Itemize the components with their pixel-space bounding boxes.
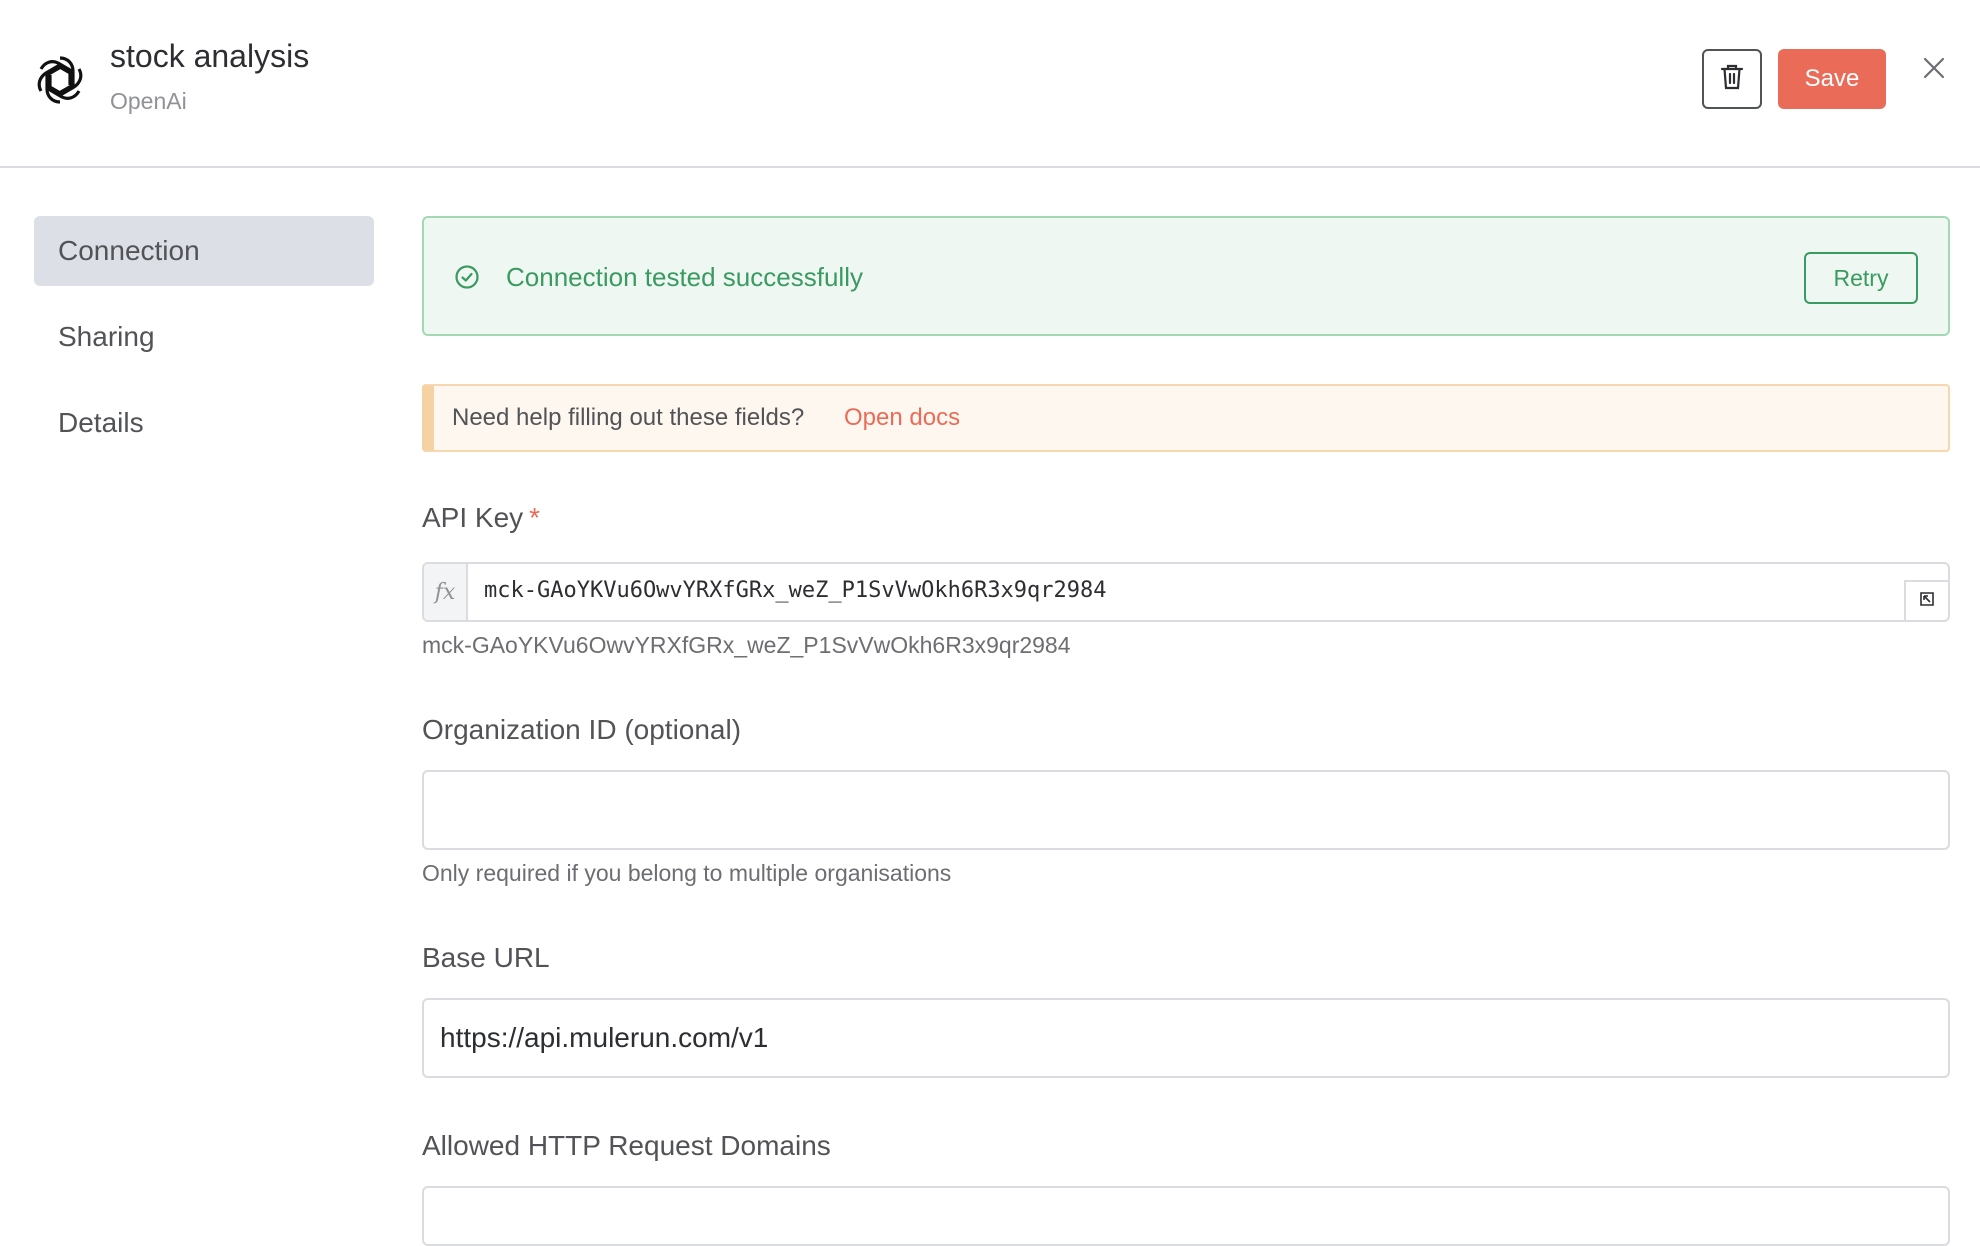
allowed-domains-field[interactable] <box>422 1186 1950 1246</box>
organization-id-field[interactable] <box>422 770 1950 850</box>
expand-editor-button[interactable] <box>1904 580 1948 620</box>
close-icon <box>1923 57 1945 84</box>
api-key-field[interactable]: fx mck-GAoYKVu6OwvYRXfGRx_weZ_P1SvVwOkh6… <box>422 562 1950 622</box>
openai-logo-icon <box>32 52 88 108</box>
sidebar: Connection Sharing Details <box>34 216 374 474</box>
allowed-domains-label: Allowed HTTP Request Domains <box>422 1130 831 1161</box>
sidebar-item-details[interactable]: Details <box>34 388 374 458</box>
expand-icon <box>1919 591 1935 612</box>
header: stock analysis OpenAi Save <box>0 0 1980 168</box>
connection-status-banner: Connection tested successfully Retry <box>422 216 1950 336</box>
help-text: Need help filling out these fields? <box>452 404 805 431</box>
sidebar-item-connection[interactable]: Connection <box>34 216 374 286</box>
close-button[interactable] <box>1918 54 1950 86</box>
expression-fx-icon[interactable]: fx <box>424 564 468 620</box>
sidebar-item-sharing[interactable]: Sharing <box>34 302 374 372</box>
api-key-label: API Key * <box>422 502 540 534</box>
api-key-label-text: API Key <box>422 502 524 533</box>
delete-button[interactable] <box>1702 49 1762 109</box>
status-message: Connection tested successfully <box>506 262 863 292</box>
save-button[interactable]: Save <box>1778 49 1886 109</box>
organization-id-label: Organization ID (optional) <box>422 714 742 745</box>
organization-id-hint: Only required if you belong to multiple … <box>422 860 952 886</box>
trash-icon <box>1720 64 1744 95</box>
page-subtitle: OpenAi <box>110 88 187 114</box>
open-docs-link[interactable]: Open docs <box>844 404 960 432</box>
check-circle-icon <box>454 264 480 290</box>
page-title: stock analysis <box>110 38 310 74</box>
retry-button[interactable]: Retry <box>1804 252 1918 304</box>
api-key-value: mck-GAoYKVu6OwvYRXfGRx_weZ_P1SvVwOkh6R3x… <box>484 578 1107 603</box>
base-url-label: Base URL <box>422 942 550 973</box>
help-banner: Need help filling out these fields? Open… <box>422 384 1950 452</box>
base-url-field[interactable]: https://api.mulerun.com/v1 <box>422 998 1950 1078</box>
required-marker: * <box>529 502 541 533</box>
api-key-preview: mck-GAoYKVu6OwvYRXfGRx_weZ_P1SvVwOkh6R3x… <box>422 632 1071 658</box>
